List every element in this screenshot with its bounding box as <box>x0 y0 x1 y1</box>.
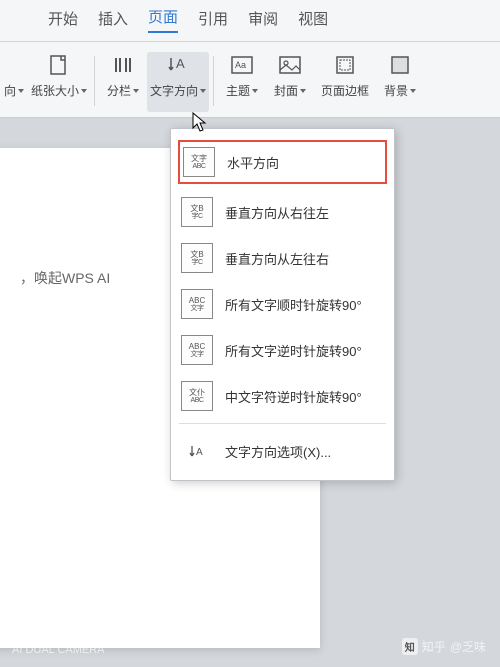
theme-button[interactable]: Aa 主题 <box>218 52 266 112</box>
separator <box>213 56 214 106</box>
text-direction-icon: A <box>167 52 189 78</box>
page-border-button[interactable]: 页面边框 <box>314 52 376 112</box>
vertical-rtl-icon: 文B字C <box>181 197 213 227</box>
options-icon: A <box>181 436 213 466</box>
menu-item-label: 垂直方向从左往右 <box>225 249 329 268</box>
menu-item-label: 中文字符逆时针旋转90° <box>225 387 362 406</box>
menu-divider <box>179 423 386 424</box>
svg-text:Aa: Aa <box>235 60 246 70</box>
menu-item-label: 水平方向 <box>227 153 279 172</box>
zhihu-icon: 知 <box>402 638 418 655</box>
cursor-icon <box>192 112 208 134</box>
separator <box>94 56 95 106</box>
background-button[interactable]: 背景 <box>376 52 424 112</box>
text-direction-button[interactable]: A 文字方向 <box>147 52 209 112</box>
orientation-button-partial[interactable]: 向 <box>0 52 28 112</box>
menu-item-rotate-cw[interactable]: ABC文字 所有文字顺时针旋转90° <box>171 281 394 327</box>
svg-text:A: A <box>176 56 185 71</box>
menu-item-label: 垂直方向从右往左 <box>225 203 329 222</box>
cover-icon <box>278 52 302 78</box>
page-border-icon <box>334 52 356 78</box>
ribbon: 向 纸张大小 分栏 A 文字方向 Aa 主题 <box>0 42 500 118</box>
app-window: 开始 插入 页面 引用 审阅 视图 向 纸张大小 分栏 A 文字方向 <box>0 0 500 667</box>
menu-item-label: 文字方向选项(X)... <box>225 442 331 461</box>
paper-size-button[interactable]: 纸张大小 <box>28 52 90 112</box>
menu-item-cjk-ccw[interactable]: 文仆ABC 中文字符逆时针旋转90° <box>171 373 394 419</box>
rotate-ccw-icon: ABC文字 <box>181 335 213 365</box>
tab-insert[interactable]: 插入 <box>98 8 128 33</box>
theme-icon: Aa <box>230 52 254 78</box>
tab-reference[interactable]: 引用 <box>198 8 228 33</box>
tab-start[interactable]: 开始 <box>48 8 78 33</box>
svg-text:A: A <box>196 447 203 458</box>
paper-size-icon <box>48 52 70 78</box>
rotate-cw-icon: ABC文字 <box>181 289 213 319</box>
zhihu-watermark: 知 知乎 @乏味 <box>402 638 486 655</box>
menu-item-label: 所有文字逆时针旋转90° <box>225 341 362 360</box>
text-direction-menu: 文字ABC 水平方向 文B字C 垂直方向从右往左 文B字C 垂直方向从左往右 A… <box>170 128 395 481</box>
tab-view[interactable]: 视图 <box>298 8 328 33</box>
tab-bar: 开始 插入 页面 引用 审阅 视图 <box>0 0 500 42</box>
cjk-ccw-icon: 文仆ABC <box>181 381 213 411</box>
tab-review[interactable]: 审阅 <box>248 8 278 33</box>
menu-item-vertical-ltr[interactable]: 文B字C 垂直方向从左往右 <box>171 235 394 281</box>
menu-item-vertical-rtl[interactable]: 文B字C 垂直方向从右往左 <box>171 189 394 235</box>
columns-button[interactable]: 分栏 <box>99 52 147 112</box>
tab-page[interactable]: 页面 <box>148 6 178 33</box>
menu-item-horizontal[interactable]: 文字ABC 水平方向 <box>177 139 388 185</box>
vertical-ltr-icon: 文B字C <box>181 243 213 273</box>
cover-button[interactable]: 封面 <box>266 52 314 112</box>
horizontal-icon: 文字ABC <box>183 147 215 177</box>
phone-watermark: MEIZU 16th AI DUAL CAMERA <box>12 626 105 657</box>
menu-item-options[interactable]: A 文字方向选项(X)... <box>171 428 394 474</box>
menu-item-rotate-ccw[interactable]: ABC文字 所有文字逆时针旋转90° <box>171 327 394 373</box>
columns-icon <box>112 52 134 78</box>
background-icon <box>389 52 411 78</box>
menu-item-label: 所有文字顺时针旋转90° <box>225 295 362 314</box>
